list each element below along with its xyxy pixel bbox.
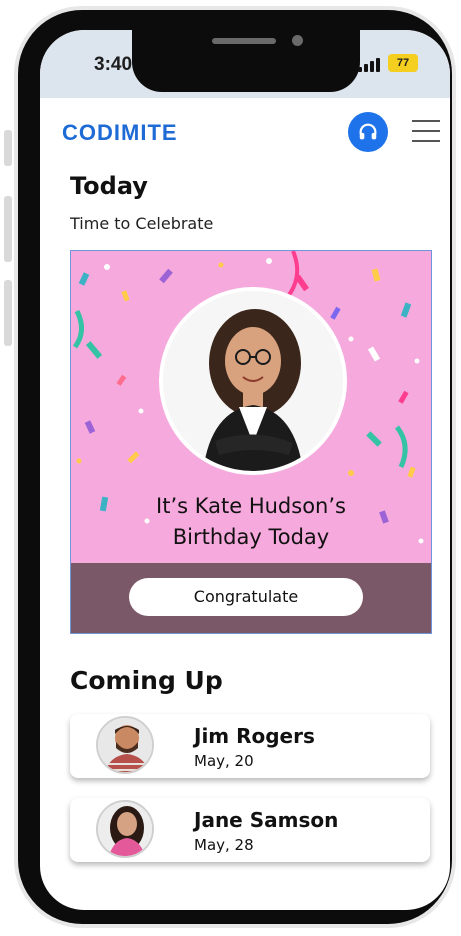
birthday-message: It’s Kate Hudson’s Birthday Today (71, 491, 431, 553)
app-stage: 3:40 77 CODIMITE Today Time to Celebrate… (0, 0, 461, 936)
birthday-card-footer: Congratulate (71, 563, 431, 633)
headset-icon (359, 123, 377, 140)
birthday-card: It’s Kate Hudson’s Birthday Today Congra… (70, 250, 432, 634)
support-button[interactable] (348, 112, 388, 152)
status-bar: 3:40 77 (40, 30, 450, 98)
hamburger-menu-icon[interactable] (412, 120, 440, 142)
birthday-message-line-1: It’s Kate Hudson’s (156, 494, 346, 518)
list-item[interactable]: Jim Rogers May, 20 (70, 714, 430, 778)
list-item[interactable]: Jane Samson May, 28 (70, 798, 430, 862)
person-date: May, 28 (194, 836, 254, 854)
coming-up-heading: Coming Up (70, 666, 223, 695)
person-name: Jim Rogers (194, 724, 315, 748)
signal-icon (358, 58, 380, 72)
celebrate-subtitle: Time to Celebrate (70, 214, 214, 233)
birthday-message-line-2: Birthday Today (172, 525, 330, 549)
avatar (96, 716, 154, 774)
person-date: May, 20 (194, 752, 254, 770)
congratulate-button[interactable]: Congratulate (129, 578, 363, 616)
battery-icon: 77 (388, 54, 418, 72)
person-name: Jane Samson (194, 808, 339, 832)
today-heading: Today (70, 172, 148, 200)
phone-screen: 3:40 77 CODIMITE Today Time to Celebrate… (40, 30, 450, 910)
phone-side-button (4, 196, 12, 262)
camera-icon (292, 35, 303, 46)
status-time: 3:40 (94, 54, 133, 75)
brand-logo[interactable]: CODIMITE (62, 120, 178, 146)
birthday-person-avatar (159, 287, 347, 475)
avatar (96, 800, 154, 858)
speaker-icon (212, 38, 276, 44)
phone-notch (132, 30, 360, 92)
phone-side-button (4, 280, 12, 346)
phone-side-button (4, 130, 12, 166)
